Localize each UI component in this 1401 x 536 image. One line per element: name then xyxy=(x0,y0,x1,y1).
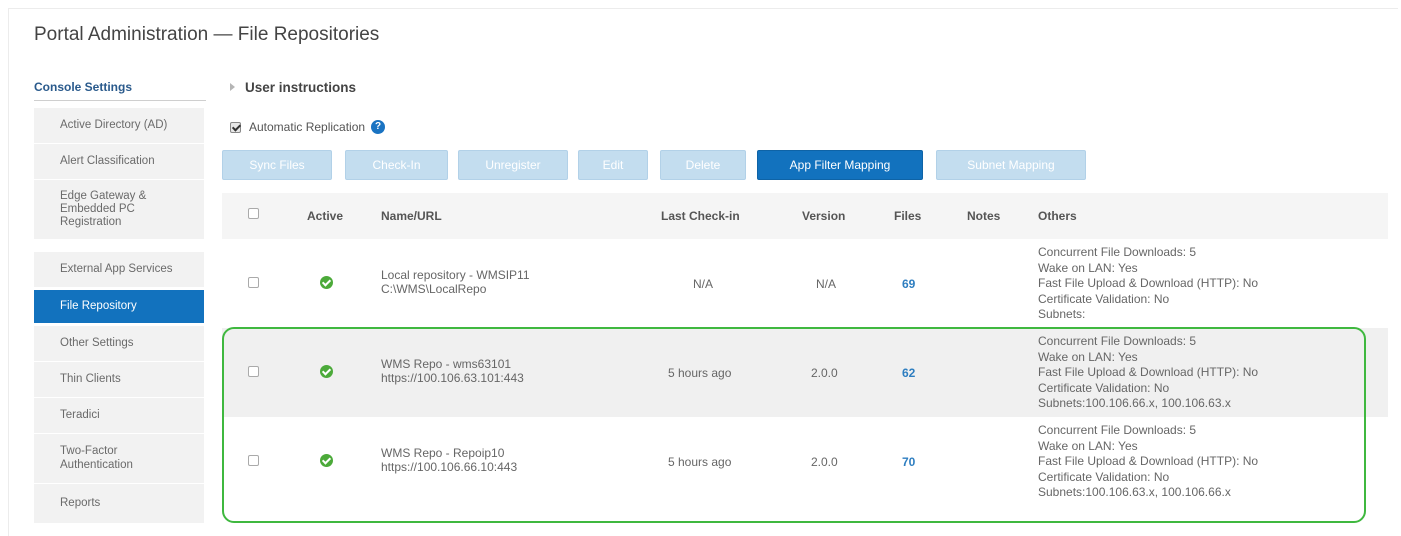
active-check-icon xyxy=(320,276,333,289)
column-header-others[interactable]: Others xyxy=(1038,209,1077,223)
page-title: Portal Administration — File Repositorie… xyxy=(34,24,380,45)
repo-name-url: WMS Repo - wms63101 https://100.106.63.1… xyxy=(381,357,524,385)
others-line: Certificate Validation: No xyxy=(1038,469,1170,484)
repo-url: https://100.106.63.101:443 xyxy=(381,371,524,385)
others-line: Subnets:100.106.66.x, 100.106.63.x xyxy=(1038,396,1231,410)
sidebar-item-label: External App Services xyxy=(60,262,173,275)
others-line: Subnets: xyxy=(1038,307,1086,321)
others-line: Fast File Upload & Download (HTTP): No xyxy=(1038,365,1259,379)
repo-url: https://100.106.66.10:443 xyxy=(381,460,518,474)
sidebar-item-active-directory[interactable]: Active Directory (AD) xyxy=(34,108,204,144)
user-instructions-label: User instructions xyxy=(245,80,357,95)
others-line: Concurrent File Downloads: 5 xyxy=(1038,334,1197,348)
sidebar-item-external-app-services[interactable]: External App Services xyxy=(34,252,204,288)
repo-name: WMS Repo - wms63101 xyxy=(381,357,512,371)
files-link[interactable]: 62 xyxy=(902,366,915,380)
others-line: Certificate Validation: No xyxy=(1038,291,1170,306)
others-line: Concurrent File Downloads: 5 xyxy=(1038,245,1197,259)
last-checkin: 5 hours ago xyxy=(668,366,732,380)
sidebar-item-label: Two-Factor Authentication xyxy=(60,445,133,471)
sidebar-item-reports[interactable]: Reports xyxy=(34,484,204,524)
edit-button[interactable]: Edit xyxy=(578,150,648,180)
column-header-files[interactable]: Files xyxy=(894,209,921,223)
others-line: Wake on LAN: Yes xyxy=(1038,260,1138,275)
others-line: Subnets:100.106.63.x, 100.106.66.x xyxy=(1038,485,1231,499)
sidebar-item-thin-clients[interactable]: Thin Clients xyxy=(34,362,204,398)
active-check-icon xyxy=(320,454,333,467)
sidebar-item-other-settings[interactable]: Other Settings xyxy=(34,326,204,362)
repo-name: Local repository - WMSIP11 xyxy=(381,268,530,282)
check-in-button[interactable]: Check-In xyxy=(345,150,448,180)
frame-border-left xyxy=(8,8,9,536)
files-link[interactable]: 70 xyxy=(902,455,915,469)
sidebar-item-edge-gateway[interactable]: Edge Gateway & Embedded PC Registration xyxy=(34,180,204,240)
repo-name-url: Local repository - WMSIP11 C:\WMS\LocalR… xyxy=(381,268,530,296)
select-all-checkbox[interactable] xyxy=(248,208,259,219)
sidebar-item-label: Edge Gateway & Embedded PC Registration xyxy=(60,189,147,229)
sidebar-item-label: File Repository xyxy=(60,299,137,312)
automatic-replication-label: Automatic Replication xyxy=(249,120,366,134)
sidebar-header: Console Settings xyxy=(34,80,206,101)
sidebar-item-label: Teradici xyxy=(60,408,100,421)
repo-name: WMS Repo - Repoip10 xyxy=(381,446,505,460)
subnet-mapping-button[interactable]: Subnet Mapping xyxy=(936,150,1086,180)
others-line: Fast File Upload & Download (HTTP): No xyxy=(1038,276,1259,290)
automatic-replication: Automatic Replication ? xyxy=(230,120,386,134)
sidebar-item-teradici[interactable]: Teradici xyxy=(34,398,204,434)
sidebar-item-label: Thin Clients xyxy=(60,372,121,385)
last-checkin: N/A xyxy=(693,277,714,291)
sidebar-item-label: Alert Classification xyxy=(60,154,155,167)
row-checkbox[interactable] xyxy=(248,366,259,377)
others-line: Wake on LAN: Yes xyxy=(1038,349,1138,364)
sidebar-item-label: Active Directory (AD) xyxy=(60,118,168,131)
others-details: Concurrent File Downloads: 5 Wake on LAN… xyxy=(1038,334,1258,412)
repo-name-url: WMS Repo - Repoip10 https://100.106.66.1… xyxy=(381,446,517,474)
column-header-last-checkin[interactable]: Last Check-in xyxy=(661,209,740,223)
row-checkbox[interactable] xyxy=(248,277,259,288)
files-link[interactable]: 69 xyxy=(902,277,915,291)
sidebar-item-alert-classification[interactable]: Alert Classification xyxy=(34,144,204,180)
sidebar-item-two-factor-auth[interactable]: Two-Factor Authentication xyxy=(34,434,204,484)
version: 2.0.0 xyxy=(811,366,838,380)
sidebar-item-label: Other Settings xyxy=(60,336,134,349)
others-line: Certificate Validation: No xyxy=(1038,380,1170,395)
others-line: Wake on LAN: Yes xyxy=(1038,438,1138,453)
others-details: Concurrent File Downloads: 5 Wake on LAN… xyxy=(1038,423,1258,501)
help-icon[interactable]: ? xyxy=(371,120,386,134)
sidebar-item-file-repository[interactable]: File Repository xyxy=(34,290,204,324)
unregister-button[interactable]: Unregister xyxy=(458,150,568,180)
automatic-replication-checkbox[interactable] xyxy=(230,121,241,133)
others-line: Concurrent File Downloads: 5 xyxy=(1038,423,1197,437)
version: N/A xyxy=(816,277,837,291)
sidebar-item-label: Reports xyxy=(60,496,101,509)
column-header-name-url[interactable]: Name/URL xyxy=(381,209,442,223)
caret-right-icon xyxy=(230,83,235,91)
others-line: Fast File Upload & Download (HTTP): No xyxy=(1038,454,1259,468)
column-header-notes[interactable]: Notes xyxy=(967,209,1000,223)
frame-border-top xyxy=(8,8,1398,9)
app-filter-mapping-button[interactable]: App Filter Mapping xyxy=(757,150,923,180)
column-header-version[interactable]: Version xyxy=(802,209,845,223)
sync-files-button[interactable]: Sync Files xyxy=(222,150,332,180)
last-checkin: 5 hours ago xyxy=(668,455,732,469)
delete-button[interactable]: Delete xyxy=(660,150,746,180)
repo-url: C:\WMS\LocalRepo xyxy=(381,282,487,296)
user-instructions-toggle[interactable]: User instructions xyxy=(230,80,356,95)
others-details: Concurrent File Downloads: 5 Wake on LAN… xyxy=(1038,245,1258,323)
row-checkbox[interactable] xyxy=(248,455,259,466)
active-check-icon xyxy=(320,365,333,378)
version: 2.0.0 xyxy=(811,455,838,469)
column-header-active[interactable]: Active xyxy=(307,209,343,223)
